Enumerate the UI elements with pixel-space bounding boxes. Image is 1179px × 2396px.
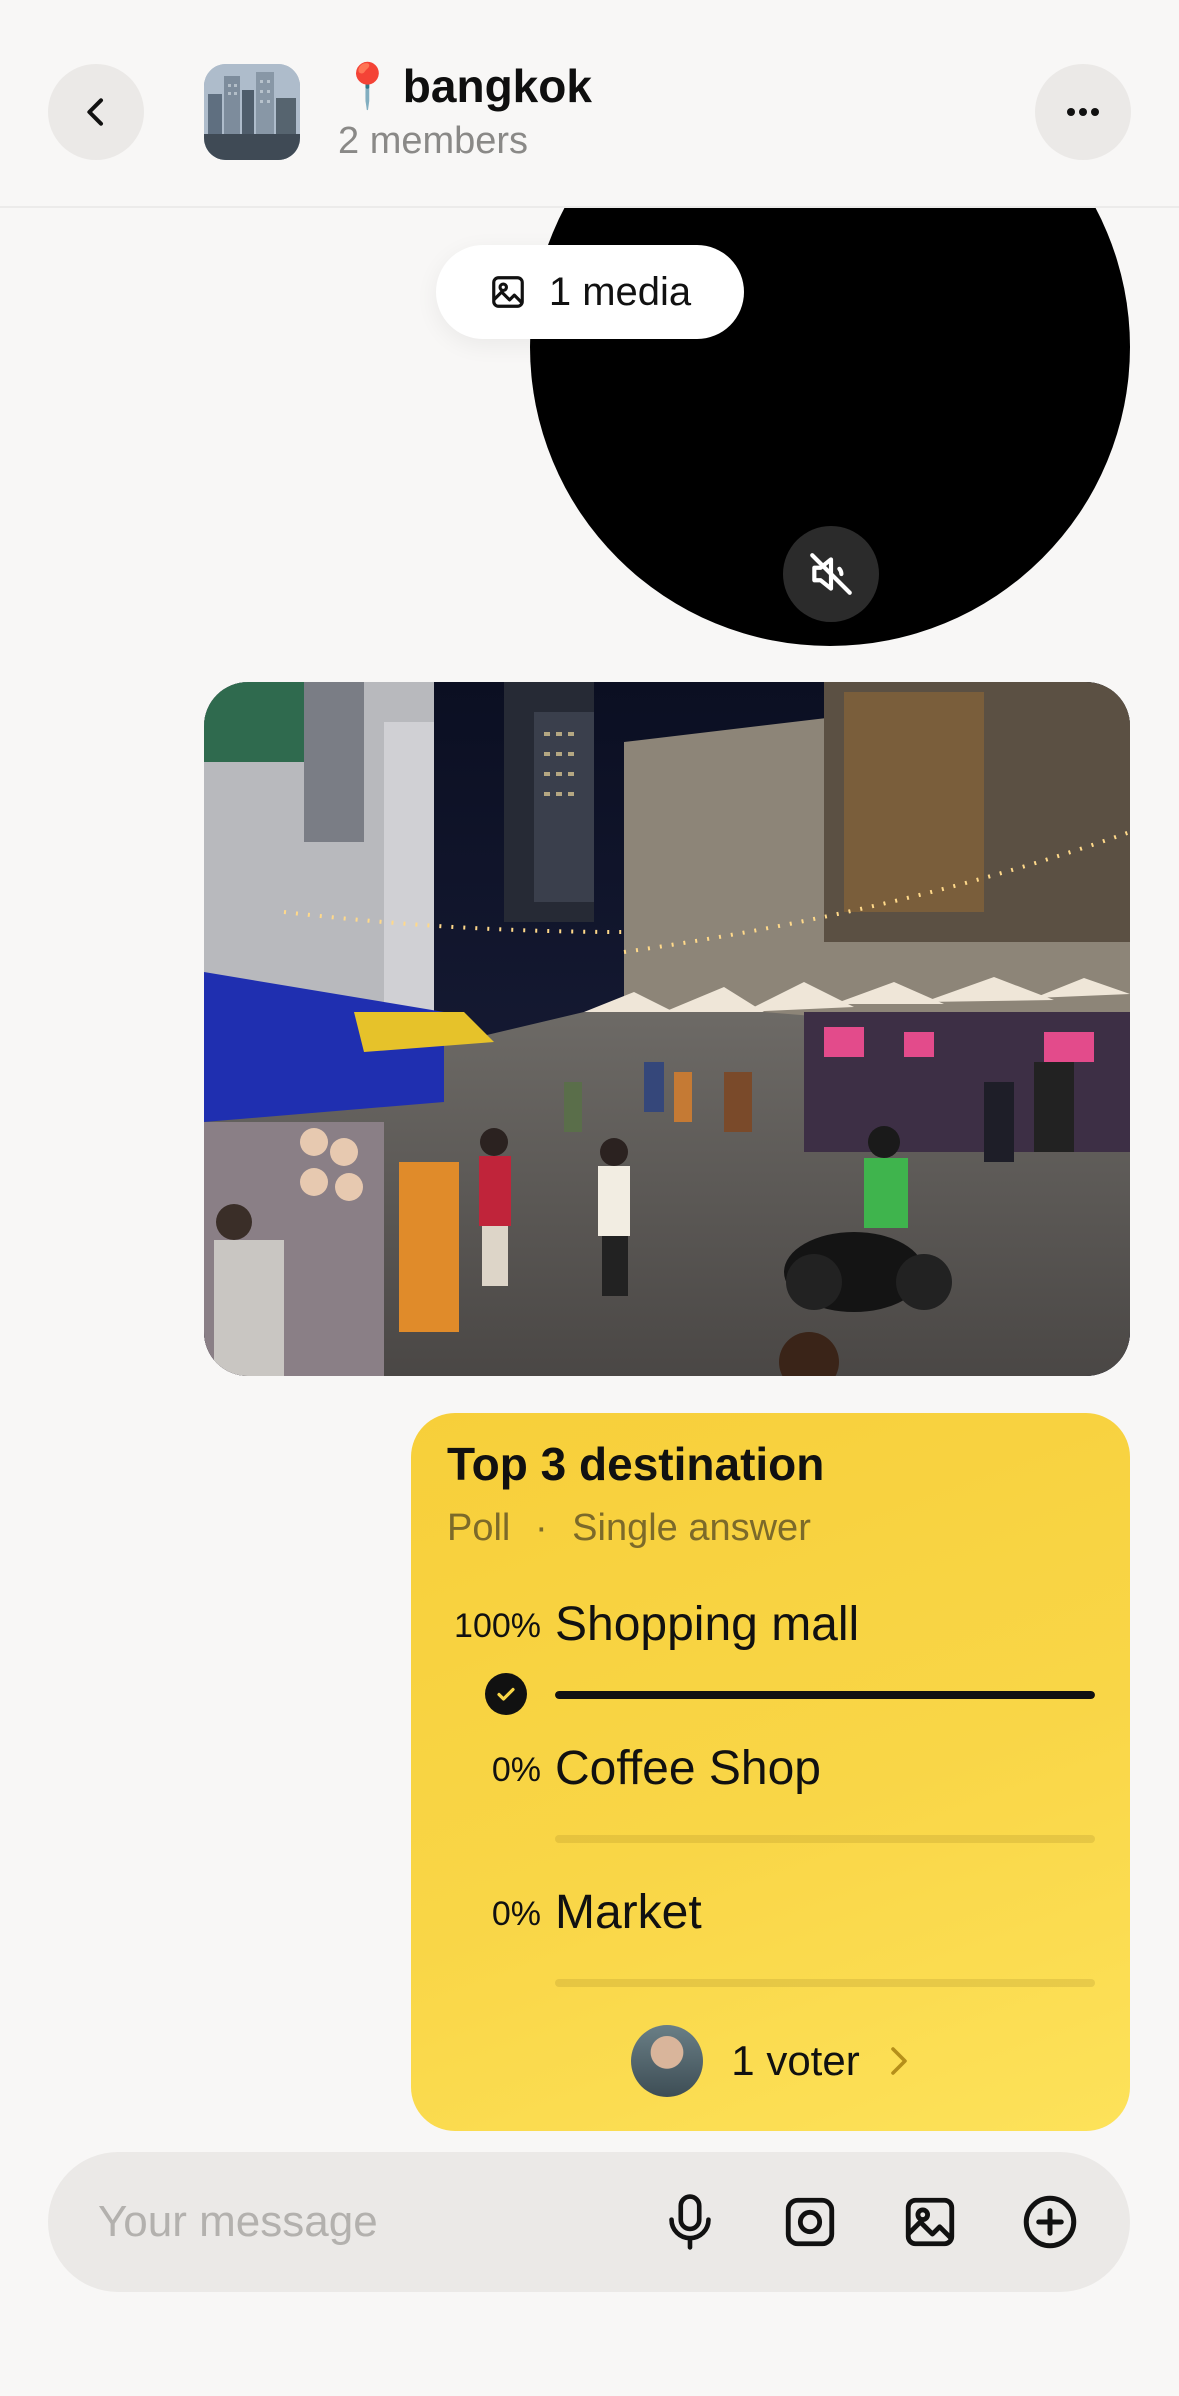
option-percent: 0% <box>491 1895 541 1933</box>
image-icon <box>492 276 524 308</box>
microphone-icon <box>669 2194 711 2250</box>
poll-card[interactable]: Top 3 destination Poll · Single answer 1… <box>411 1413 1130 2131</box>
message-input[interactable] <box>98 2152 618 2292</box>
media-count-label: 1 media <box>548 269 692 314</box>
back-button[interactable] <box>48 64 144 160</box>
night-market-image <box>204 682 1130 1376</box>
ellipsis-icon <box>1067 108 1099 116</box>
poll-mode: Single answer <box>572 1507 811 1549</box>
option-progress-bar <box>555 1979 1095 1987</box>
option-percent: 100% <box>454 1607 541 1645</box>
map-pin-icon: 📍 <box>340 61 395 112</box>
chevron-left-icon <box>87 98 103 126</box>
camera-button[interactable] <box>774 2186 846 2258</box>
poll-subtitle: Poll · Single answer <box>447 1507 811 1550</box>
poll-option-coffee-shop[interactable]: Coffee Shop <box>555 1741 821 1796</box>
chat-header: 📍 bangkok 2 members <box>0 0 1179 208</box>
poll-option-market[interactable]: Market <box>555 1885 702 1940</box>
member-count: 2 members <box>338 120 529 162</box>
gallery-button[interactable] <box>894 2186 966 2258</box>
night-market-photo[interactable] <box>204 682 1130 1376</box>
more-options-button[interactable] <box>1035 64 1131 160</box>
camera-icon <box>785 2197 835 2247</box>
voters-count: 1 voter <box>731 2037 860 2084</box>
group-avatar[interactable] <box>204 64 300 160</box>
poll-type: Poll <box>447 1507 511 1549</box>
image-icon <box>905 2197 955 2247</box>
message-composer <box>48 2152 1130 2292</box>
group-title[interactable]: 📍 bangkok <box>340 56 592 116</box>
group-name: bangkok <box>402 60 592 112</box>
chat-screen: 📍 bangkok 2 members 1 media Top 3 destin… <box>0 0 1179 2396</box>
voters-button[interactable]: 1 voter <box>411 2023 1130 2099</box>
plus-circle-icon <box>1023 2195 1077 2249</box>
selected-check-icon <box>485 1673 527 1715</box>
media-count-chip[interactable]: 1 media <box>436 245 744 339</box>
microphone-button[interactable] <box>654 2186 726 2258</box>
option-progress-bar <box>555 1835 1095 1843</box>
voter-avatar <box>631 2025 704 2097</box>
chevron-right-icon <box>890 2047 907 2075</box>
option-percent: 0% <box>491 1751 541 1789</box>
city-skyline-image <box>204 64 300 160</box>
poll-title: Top 3 destination <box>447 1438 825 1490</box>
option-progress-bar <box>555 1691 1095 1699</box>
poll-option-shopping-mall[interactable]: Shopping mall <box>555 1597 859 1652</box>
speaker-muted-icon <box>810 553 852 595</box>
add-button[interactable] <box>1014 2186 1086 2258</box>
mute-toggle-button[interactable] <box>783 526 879 622</box>
separator-dot: · <box>534 1507 548 1549</box>
